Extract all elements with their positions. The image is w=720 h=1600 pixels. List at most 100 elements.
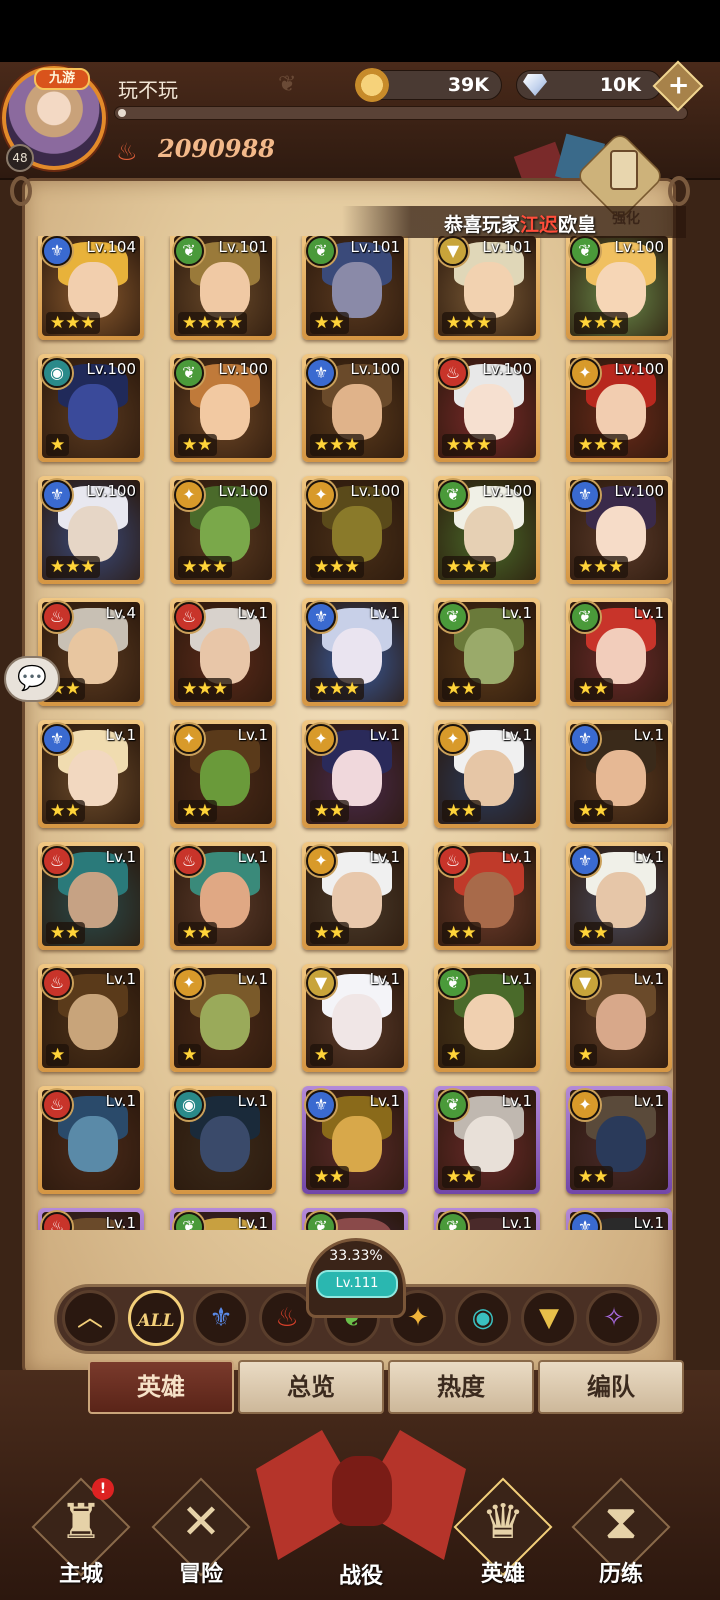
hero-card[interactable]: ✦ Lv.100 ★★★ (170, 476, 276, 584)
star-rating: ★★ (178, 434, 217, 456)
hero-card[interactable]: ❦ Lv.1 ★★ (566, 598, 672, 706)
nav-adventure[interactable]: ✕ 冒险 (146, 1477, 256, 1596)
nav-campaign[interactable]: 战役 (256, 1410, 466, 1600)
broadcast-suffix: 欧皇 (558, 214, 597, 236)
star-icon: ★ (182, 313, 198, 333)
hero-card[interactable]: ✦ Lv.100 ★★★ (566, 354, 672, 462)
nav-city[interactable]: ♜ ! 主城 (26, 1477, 136, 1596)
hero-card[interactable]: ▼ Lv.1 ★ (302, 964, 408, 1072)
filter-water-button[interactable]: ⚜ (193, 1290, 249, 1346)
hero-card[interactable]: ⚜ Lv.100 ★★★ (38, 476, 144, 584)
hero-card[interactable]: ❦ Lv.1 ★ (434, 964, 540, 1072)
nav-heroes[interactable]: ♛ 英雄 (448, 1477, 558, 1596)
hero-card[interactable]: ♨ Lv.1 ★★ (38, 842, 144, 950)
hero-card[interactable]: ✦ Lv.1 ★★ (434, 720, 540, 828)
hero-card[interactable]: ♨ Lv.1 ★ (38, 964, 144, 1072)
hero-card[interactable]: ♨ Lv.1 ★★★ (170, 598, 276, 706)
water-faction-icon: ⚜ (570, 724, 600, 754)
hero-card[interactable]: ◉ Lv.100 ★ (38, 354, 144, 462)
hero-card[interactable]: ▼ Lv.101 ★★★ (434, 236, 540, 340)
hero-card[interactable]: ⚜ Lv.1 ★★ (566, 842, 672, 950)
hero-card[interactable]: ⚜ Lv.100 ★★★ (302, 354, 408, 462)
star-rating: ★★ (178, 922, 217, 944)
hero-level: Lv.1 (237, 726, 268, 744)
hero-card[interactable]: ❦ Lv.1 (434, 1208, 540, 1230)
star-rating: ★★★ (310, 678, 364, 700)
tab-popularity[interactable]: 热度 (388, 1360, 534, 1414)
tab-overview[interactable]: 总览 (238, 1360, 384, 1414)
star-icon: ★ (197, 435, 213, 455)
gold-amount: 39K (447, 74, 489, 96)
star-icon: ★ (65, 313, 81, 333)
star-icon: ★ (446, 1167, 462, 1187)
star-icon: ★ (446, 801, 462, 821)
dark-faction-icon: ◉ (471, 1303, 495, 1333)
hero-card[interactable]: ⚜ Lv.1 ★★ (566, 720, 672, 828)
hero-level: Lv.1 (501, 604, 532, 622)
hero-card[interactable]: ▼ Lv.1 ★ (566, 964, 672, 1072)
star-rating: ★★★ (46, 556, 100, 578)
tab-heroes[interactable]: 英雄 (88, 1360, 234, 1414)
gem-counter[interactable]: 10K (516, 70, 662, 100)
hero-card[interactable]: ✦ Lv.1 ★ (170, 964, 276, 1072)
filter-light-button[interactable]: ▼ (521, 1290, 577, 1346)
hero-face (596, 750, 646, 806)
star-icon: ★ (50, 557, 66, 577)
hero-card[interactable]: ❦ Lv.101 ★★★★ (170, 236, 276, 340)
star-icon: ★ (212, 679, 228, 699)
hero-level: Lv.1 (105, 1214, 136, 1230)
hero-card[interactable]: ⚜ Lv.1 (566, 1208, 672, 1230)
hero-card[interactable]: ♨ Lv.100 ★★★ (434, 354, 540, 462)
fire-faction-icon: ♨ (438, 358, 468, 388)
hero-card[interactable]: ❦ Lv.1 ★★ (434, 1086, 540, 1194)
hero-grid[interactable]: ⚜ Lv.104 ★★★ ❦ Lv.101 ★★★★ ❦ Lv.101 ★★ ▼ Lv.101 ★★★… (26, 236, 686, 1230)
hero-card[interactable]: ❦ (302, 1208, 408, 1230)
hero-card[interactable]: ♨ Lv.1 ★★ (170, 842, 276, 950)
nav-trials[interactable]: ⧗ 历练 (566, 1477, 676, 1596)
hero-card[interactable]: ⚜ Lv.104 ★★★ (38, 236, 144, 340)
hero-card[interactable]: ❦ Lv.1 ★★ (434, 598, 540, 706)
hero-level: Lv.1 (369, 848, 400, 866)
hero-card[interactable]: ♨ Lv.1 (38, 1086, 144, 1194)
hero-card[interactable]: ❦ Lv.101 ★★ (302, 236, 408, 340)
hero-level: Lv.1 (237, 1214, 268, 1230)
star-rating: ★★★ (574, 434, 628, 456)
hero-card[interactable]: ◉ Lv.1 (170, 1086, 276, 1194)
hero-card[interactable]: ⚜ Lv.1 ★★★ (302, 598, 408, 706)
hero-card[interactable]: ❦ Lv.100 ★★ (170, 354, 276, 462)
star-icon: ★ (197, 679, 213, 699)
player-avatar-button[interactable]: 九游 48 (2, 66, 106, 172)
tab-formation[interactable]: 编队 (538, 1360, 684, 1414)
hero-card[interactable]: ✦ Lv.100 ★★★ (302, 476, 408, 584)
hero-card[interactable]: ✦ Lv.1 ★★ (566, 1086, 672, 1194)
hero-card[interactable]: ⚜ Lv.1 ★★ (302, 1086, 408, 1194)
hero-card[interactable]: ♨ Lv.1 ★★ (434, 842, 540, 950)
hero-card[interactable]: ⚜ Lv.1 ★★ (38, 720, 144, 828)
hero-card[interactable]: ❦ Lv.1 (170, 1208, 276, 1230)
star-icon: ★ (227, 313, 243, 333)
hero-level: Lv.1 (237, 848, 268, 866)
filter-void-button[interactable]: ✧ (586, 1290, 642, 1346)
star-rating: ★★★ (574, 312, 628, 334)
hero-level: Lv.1 (501, 726, 532, 744)
forest-faction-icon: ❦ (174, 236, 204, 266)
chat-button[interactable]: 💬 (4, 656, 60, 702)
hero-level: Lv.104 (86, 238, 136, 256)
forest-faction-icon: ❦ (438, 602, 468, 632)
hero-card[interactable]: ♨ Lv.1 (38, 1208, 144, 1230)
filter-all-button[interactable]: ALL (128, 1290, 184, 1346)
diamond-icon (523, 74, 547, 96)
hero-card[interactable]: ❦ Lv.100 ★★★ (434, 476, 540, 584)
filter-collapse-button[interactable]: ︿ (62, 1290, 118, 1346)
hero-card[interactable]: ✦ Lv.1 ★★ (302, 842, 408, 950)
star-icon: ★ (50, 1045, 66, 1065)
hero-card[interactable]: ✦ Lv.1 ★★ (170, 720, 276, 828)
star-faction-icon: ✦ (306, 846, 336, 876)
star-rating: ★★★ (310, 556, 364, 578)
star-icon: ★ (80, 557, 96, 577)
hero-card[interactable]: ⚜ Lv.100 ★★★ (566, 476, 672, 584)
filter-dark-button[interactable]: ◉ (455, 1290, 511, 1346)
gold-counter[interactable]: 39K (355, 68, 502, 102)
hero-card[interactable]: ✦ Lv.1 ★★ (302, 720, 408, 828)
hero-card[interactable]: ❦ Lv.100 ★★★ (566, 236, 672, 340)
